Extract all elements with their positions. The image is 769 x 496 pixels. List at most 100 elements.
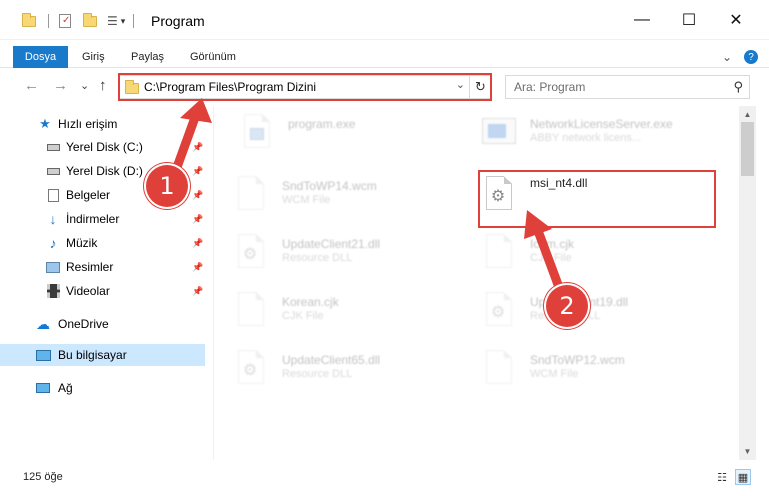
search-box[interactable]: Ara: Program ⚲ [505,75,750,99]
music-icon: ♪ [49,235,57,251]
network-icon [35,380,51,396]
list-item[interactable]: SndToWP14.wcm WCM File [234,172,474,226]
star-icon: ★ [39,116,51,131]
divider [133,14,135,28]
cloud-icon: ☁ [36,315,50,332]
sidebar-item-videos[interactable]: Videolar 📌 [0,280,214,302]
list-item[interactable]: ⚙ UpdateClient65.dll Resource DLL [234,346,474,400]
minimize-button[interactable]: — [619,0,665,40]
search-input[interactable]: Ara: Program [514,80,585,94]
drive-icon [45,139,61,155]
sidebar-item-quick-access[interactable]: ★ Hızlı erişim [0,113,214,135]
status-bar: 125 öğe ☷ ▦ [0,460,769,496]
list-item[interactable]: ⚙ UpdateClient21.dll Resource DLL [234,230,474,284]
computer-icon [35,347,51,363]
window-title: Program [151,13,205,29]
file-icon [482,234,516,276]
maximize-button[interactable]: ☐ [666,0,712,40]
folder-icon[interactable] [22,12,36,27]
videos-icon [45,283,61,299]
item-count: 125 öğe [23,471,63,483]
sidebar-item-pictures[interactable]: Resimler 📌 [0,256,214,278]
search-icon[interactable]: ⚲ [733,79,743,95]
pin-icon: 📌 [192,285,204,296]
title-bar: ✓ ☰ ▾ Program — ☐ ✕ [0,0,769,40]
sidebar-item-label: İndirmeler [66,212,120,226]
ribbon-expand-icon[interactable]: ⌄ [722,46,732,68]
sidebar-item-label: Yerel Disk (C:) [66,140,143,154]
list-item[interactable]: NetworkLicenseServer.exe ABBY network li… [482,110,722,164]
large-icons-view-icon[interactable]: ▦ [735,469,751,485]
scroll-up-button[interactable]: ▲ [739,106,756,123]
sidebar-item-downloads[interactable]: ↓ İndirmeler 📌 [0,208,214,230]
ribbon: Dosya Giriş Paylaş Görünüm ⌄ ? [0,46,769,68]
list-item[interactable]: Icom.cjk CJK File [482,230,722,284]
forward-button[interactable]: → [53,77,68,94]
list-item[interactable]: SndToWP12.wcm WCM File [482,346,722,400]
pin-icon: 📌 [192,237,204,248]
file-name: SndToWP14.wcm [282,179,377,193]
file-name: Korean.cjk [282,295,339,309]
sidebar-item-label: Resimler [66,260,114,274]
file-list[interactable]: program.exe NetworkLicenseServer.exe ABB… [214,106,739,460]
list-item[interactable]: ⚙ UpdateClient19.dll Resource DLL [482,288,722,342]
chevron-down-icon[interactable]: ▾ [121,16,126,27]
file-name: Icom.cjk [530,237,575,251]
file-type: Resource DLL [282,252,353,264]
pin-icon: 📌 [192,261,204,272]
dll-icon: ⚙ [482,292,516,334]
navigation-pane[interactable]: ★ Hızlı erişim Yerel Disk (C:) 📌 Yerel D… [0,106,214,460]
sidebar-item-local-disk-c[interactable]: Yerel Disk (C:) 📌 [0,136,214,158]
tab-file[interactable]: Dosya [13,46,68,68]
file-highlight [478,170,716,228]
customize-toolbar-icon[interactable]: ☰ [107,14,118,28]
vertical-scrollbar[interactable]: ▲ ▼ [739,106,756,460]
pin-icon: 📌 [192,165,204,176]
file-name: NetworkLicenseServer.exe [530,117,673,131]
dll-icon: ⚙ [234,234,268,276]
sidebar-item-label: Yerel Disk (D:) [66,164,143,178]
scroll-down-button[interactable]: ▼ [739,443,756,460]
quick-access-toolbar: ✓ ☰ ▾ [22,12,135,29]
back-button[interactable]: ← [24,77,39,94]
sidebar-item-label: OneDrive [58,317,109,331]
scroll-thumb[interactable] [741,122,754,176]
exe-icon [240,114,274,156]
downloads-icon: ↓ [49,211,57,227]
list-item[interactable]: program.exe [240,110,480,164]
tab-share[interactable]: Paylaş [131,46,164,68]
sidebar-item-label: Ağ [58,381,73,395]
file-name: UpdateClient21.dll [282,237,381,251]
up-button[interactable]: ↑ [99,77,107,94]
sidebar-item-music[interactable]: ♪ Müzik 📌 [0,232,214,254]
exe-icon [482,114,516,156]
file-type: ABBY network licens... [530,132,642,144]
properties-icon[interactable]: ✓ [59,14,71,28]
close-button[interactable]: ✕ [713,0,759,40]
tab-view[interactable]: Görünüm [190,46,236,68]
sidebar-item-onedrive[interactable]: ☁ OneDrive [0,313,214,335]
tab-home[interactable]: Giriş [82,46,105,68]
file-icon [234,176,268,218]
step-2-badge: 2 [546,285,588,327]
file-type: WCM File [530,368,579,380]
new-folder-icon[interactable] [83,12,97,27]
details-view-icon[interactable]: ☷ [714,469,730,485]
pin-icon: 📌 [192,141,204,152]
file-name: program.exe [288,117,356,131]
sidebar-item-label: Videolar [66,284,110,298]
dll-icon: ⚙ [234,350,268,392]
sidebar-item-network[interactable]: Ağ [0,377,214,399]
drive-icon [45,163,61,179]
list-item[interactable]: Korean.cjk CJK File [234,288,474,342]
help-icon[interactable]: ? [744,50,758,64]
divider [48,14,49,28]
sidebar-item-this-pc[interactable]: Bu bilgisayar [0,344,205,366]
file-name: SndToWP12.wcm [530,353,625,367]
file-name: UpdateClient65.dll [282,353,381,367]
step-1-badge: 1 [146,165,188,207]
sidebar-item-label: Müzik [66,236,98,250]
recent-locations-button[interactable]: ⌄ [80,79,89,92]
documents-icon [45,187,61,203]
sidebar-item-label: Hızlı erişim [58,117,118,131]
